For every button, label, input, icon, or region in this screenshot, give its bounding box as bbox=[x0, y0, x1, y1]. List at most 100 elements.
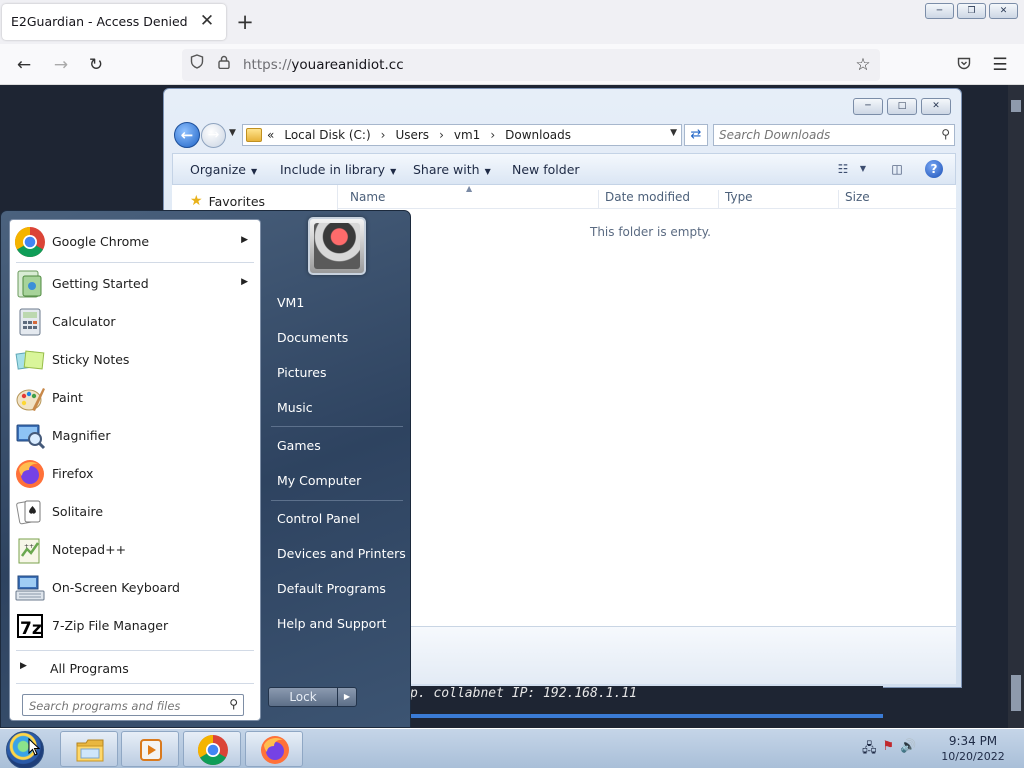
browser-tab-active[interactable]: E2Guardian - Access Denied ✕ bbox=[2, 4, 226, 40]
refresh-button[interactable]: ⇄ bbox=[684, 124, 708, 146]
breadcrumb-item-users[interactable]: Users bbox=[395, 128, 429, 142]
all-programs-button[interactable]: ▶ All Programs bbox=[10, 652, 260, 682]
minimize-button[interactable]: ─ bbox=[925, 3, 954, 19]
url-bar[interactable]: https://youareanidiot.cc bbox=[182, 49, 880, 81]
url-protocol: https:// bbox=[243, 57, 292, 73]
back-button[interactable]: ← bbox=[174, 122, 200, 148]
start-item-games[interactable]: Games bbox=[277, 438, 321, 453]
start-search-input[interactable] bbox=[29, 698, 219, 713]
chevron-right-icon[interactable]: › bbox=[490, 128, 495, 142]
explorer-minimize-button[interactable]: ─ bbox=[853, 98, 883, 115]
program-item-on-screen-keyboard[interactable]: On-Screen Keyboard bbox=[10, 569, 260, 605]
browser-tab-bar: E2Guardian - Access Denied ✕ + ─ ❐ ✕ bbox=[0, 0, 1024, 44]
user-avatar[interactable] bbox=[308, 217, 366, 275]
taskbar-media-player-button[interactable] bbox=[121, 731, 179, 767]
help-icon[interactable]: ? bbox=[925, 160, 943, 178]
program-item-solitaire[interactable]: Solitaire bbox=[10, 493, 260, 529]
program-item-calculator[interactable]: Calculator bbox=[10, 303, 260, 339]
breadcrumb-overflow[interactable]: « bbox=[267, 128, 274, 142]
program-item-magnifier[interactable]: Magnifier bbox=[10, 417, 260, 453]
taskbar-clock[interactable]: 9:34 PM 10/20/2022 bbox=[930, 734, 1016, 763]
taskbar-explorer-button[interactable] bbox=[60, 731, 118, 767]
recent-pages-dropdown-icon[interactable]: ▼ bbox=[229, 128, 236, 138]
start-item-control-panel[interactable]: Control Panel bbox=[277, 511, 360, 526]
breadcrumb-item-downloads[interactable]: Downloads bbox=[505, 128, 571, 142]
favorites-label: Favorites bbox=[208, 193, 266, 209]
program-item-getting-started[interactable]: Getting Started ▶ bbox=[10, 265, 260, 301]
organize-button[interactable]: Organize ▼ bbox=[190, 162, 257, 177]
volume-icon[interactable]: 🔊 bbox=[900, 739, 916, 761]
start-item-default-programs[interactable]: Default Programs bbox=[277, 581, 386, 596]
program-item-7-zip[interactable]: 7z 7-Zip File Manager bbox=[10, 607, 260, 643]
network-icon[interactable]: 🖧 bbox=[862, 739, 877, 761]
breadcrumb-item-vm1[interactable]: vm1 bbox=[454, 128, 480, 142]
view-options-dropdown-icon[interactable]: ▼ bbox=[854, 161, 872, 177]
change-view-icon[interactable]: ☷ bbox=[834, 161, 852, 177]
hamburger-menu-icon[interactable]: ☰ bbox=[987, 52, 1013, 78]
column-header-type[interactable]: Type bbox=[718, 190, 838, 208]
close-button[interactable]: ✕ bbox=[989, 3, 1018, 19]
reload-icon[interactable]: ↻ bbox=[83, 52, 109, 78]
shutdown-options-arrow-icon[interactable]: ▶ bbox=[337, 687, 357, 707]
shield-icon[interactable] bbox=[186, 54, 208, 76]
svg-text:7z: 7z bbox=[20, 619, 42, 639]
start-item-my-computer[interactable]: My Computer bbox=[277, 473, 361, 488]
search-icon[interactable]: ⚲ bbox=[941, 127, 950, 141]
program-item-google-chrome[interactable]: Google Chrome ▶ bbox=[10, 223, 260, 259]
column-header-name[interactable]: ▲ Name bbox=[338, 184, 598, 208]
taskbar-firefox-button[interactable] bbox=[245, 731, 303, 767]
action-center-flag-icon[interactable]: ⚑ bbox=[883, 739, 895, 761]
submenu-arrow-icon: ▶ bbox=[241, 235, 248, 245]
column-header-size[interactable]: Size bbox=[838, 190, 918, 208]
background-console-window: p. collabnet IP: 192.168.1.11 bbox=[405, 686, 883, 718]
explorer-search-box: ⚲ bbox=[713, 124, 955, 146]
taskbar-chrome-button[interactable] bbox=[183, 731, 241, 767]
chevron-right-icon[interactable]: › bbox=[439, 128, 444, 142]
share-with-button[interactable]: Share with ▼ bbox=[413, 162, 491, 177]
command-bar: Organize ▼ Include in library ▼ Share with… bbox=[172, 153, 956, 185]
new-tab-button[interactable]: + bbox=[233, 9, 257, 35]
program-label: Calculator bbox=[52, 314, 116, 329]
forward-arrow-icon[interactable]: → bbox=[48, 52, 74, 78]
restore-button[interactable]: ❐ bbox=[957, 3, 986, 19]
preview-pane-icon[interactable]: ◫ bbox=[888, 161, 906, 177]
organize-label: Organize bbox=[190, 162, 246, 177]
lock-button[interactable]: Lock bbox=[268, 687, 338, 707]
explorer-maximize-button[interactable]: □ bbox=[887, 98, 917, 115]
column-header-date-modified[interactable]: Date modified bbox=[598, 190, 718, 208]
start-item-documents[interactable]: Documents bbox=[277, 330, 348, 345]
start-item-user[interactable]: VM1 bbox=[277, 295, 304, 310]
program-item-firefox[interactable]: Firefox bbox=[10, 455, 260, 491]
lock-icon[interactable] bbox=[213, 54, 235, 76]
tab-close-icon[interactable]: ✕ bbox=[196, 10, 218, 32]
url-text[interactable]: https://youareanidiot.cc bbox=[243, 57, 404, 73]
chevron-right-icon[interactable]: › bbox=[381, 128, 386, 142]
search-icon[interactable]: ⚲ bbox=[229, 697, 238, 711]
program-label: Google Chrome bbox=[52, 234, 150, 249]
divider bbox=[16, 650, 254, 651]
start-item-music[interactable]: Music bbox=[277, 400, 313, 415]
forward-button[interactable]: → bbox=[201, 123, 226, 148]
sidebar-item-favorites[interactable]: ★ Favorites bbox=[190, 193, 265, 209]
include-in-library-button[interactable]: Include in library ▼ bbox=[280, 162, 396, 177]
start-item-help-and-support[interactable]: Help and Support bbox=[277, 616, 386, 631]
tab-title: E2Guardian - Access Denied bbox=[11, 14, 188, 29]
start-item-devices-and-printers[interactable]: Devices and Printers bbox=[277, 546, 406, 561]
start-menu-programs-pane: Google Chrome ▶ Getting Started ▶ Calcul… bbox=[9, 219, 261, 721]
program-label: On-Screen Keyboard bbox=[52, 580, 180, 595]
breadcrumb-item-local-disk[interactable]: Local Disk (C:) bbox=[284, 128, 370, 142]
explorer-close-button[interactable]: ✕ bbox=[921, 98, 951, 115]
bookmark-star-icon[interactable]: ☆ bbox=[850, 52, 876, 78]
start-item-pictures[interactable]: Pictures bbox=[277, 365, 327, 380]
address-bar[interactable]: « Local Disk (C:) › Users › vm1 › Downlo… bbox=[242, 124, 682, 146]
program-item-paint[interactable]: Paint bbox=[10, 379, 260, 415]
program-item-notepad-plus-plus[interactable]: ++ Notepad++ bbox=[10, 531, 260, 567]
address-history-dropdown-icon[interactable]: ▼ bbox=[670, 128, 677, 138]
new-folder-button[interactable]: New folder bbox=[512, 162, 580, 177]
program-item-sticky-notes[interactable]: Sticky Notes bbox=[10, 341, 260, 377]
explorer-search-input[interactable] bbox=[719, 127, 929, 143]
pocket-icon[interactable] bbox=[951, 52, 977, 78]
back-arrow-icon[interactable]: ← bbox=[11, 52, 37, 78]
svg-text:++: ++ bbox=[24, 543, 34, 550]
program-label: Firefox bbox=[52, 466, 94, 481]
